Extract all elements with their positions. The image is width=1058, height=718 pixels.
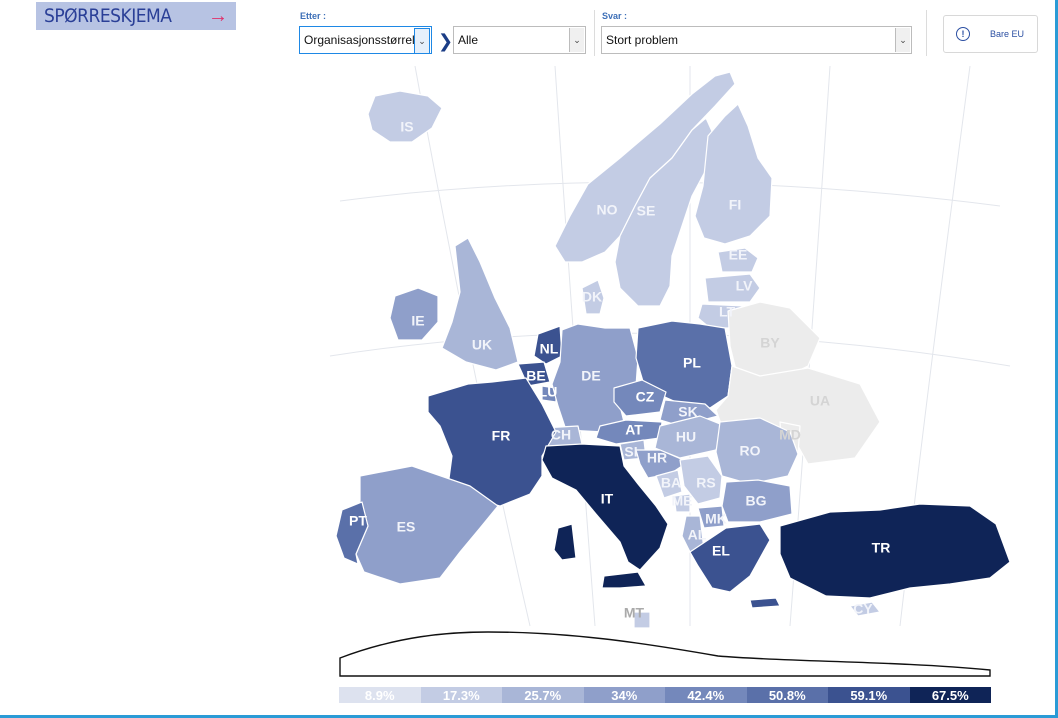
breakdown-select-value: Organisasjonsstørrelse: [304, 33, 428, 47]
country-label-ro: RO: [740, 443, 761, 459]
legend-segment: 42.4%: [665, 687, 747, 703]
legend-tick-label: 50.8%: [768, 687, 806, 703]
country-label-fr: FR: [492, 428, 511, 444]
country-label-ua: UA: [810, 393, 830, 409]
country-label-nl: NL: [540, 341, 559, 357]
country-label-si: SI: [624, 444, 637, 460]
survey-button[interactable]: SPØRRESKJEMA →: [36, 2, 236, 30]
country-label-es: ES: [397, 519, 416, 535]
country-label-lt: LT: [719, 304, 736, 320]
eu-only-label: Bare EU: [990, 29, 1025, 39]
legend-segment: 17.3%: [420, 687, 502, 703]
country-label-sk: SK: [678, 404, 697, 420]
country-label-cy: CY: [853, 601, 873, 617]
country-label-el: EL: [712, 543, 730, 559]
by-label: Etter :: [300, 11, 327, 21]
chevron-down-icon: ⌄: [895, 28, 910, 52]
legend-segment: 67.5%: [909, 687, 991, 703]
country-label-lu: LU: [539, 384, 558, 400]
filter-divider: [594, 10, 595, 56]
country-label-rs: RS: [696, 475, 715, 491]
country-label-at: AT: [625, 422, 643, 438]
country-label-no: NO: [597, 202, 618, 218]
arrow-right-icon: →: [208, 5, 228, 27]
legend-segment: 59.1%: [828, 687, 910, 703]
answer-select-value: Stort problem: [606, 33, 679, 47]
legend-tick-label: 59.1%: [850, 687, 888, 703]
country-label-be: BE: [526, 368, 545, 384]
answer-select[interactable]: Stort problem ⌄: [601, 26, 912, 54]
country-label-pl: PL: [683, 355, 701, 371]
country-label-bg: BG: [746, 493, 767, 509]
legend-tick-label: 67.5%: [931, 687, 969, 703]
legend-distribution-curve: [339, 631, 991, 677]
answer-label: Svar :: [602, 11, 628, 21]
country-label-it: IT: [601, 491, 614, 507]
country-label-by: BY: [760, 335, 780, 351]
country-label-de: DE: [581, 368, 600, 384]
country-label-ba: BA: [661, 475, 681, 491]
country-label-dk: DK: [582, 289, 602, 305]
country-label-pt: PT: [349, 513, 367, 529]
legend-segment: 25.7%: [502, 687, 584, 703]
country-tr[interactable]: [779, 503, 1011, 599]
chevron-down-icon: ⌄: [569, 28, 584, 52]
legend-tick-label: 8.9%: [364, 687, 395, 703]
filter-divider: [926, 10, 927, 56]
legend-segment: 34%: [583, 687, 665, 703]
color-scale-legend: 8.9% 17.3% 25.7% 34% 42.4% 50.8% 59.1% 67.5%: [339, 687, 991, 703]
country-label-ch: CH: [551, 427, 571, 443]
country-label-hr: HR: [647, 450, 667, 466]
country-label-uk: UK: [472, 337, 492, 353]
legend-tick-label: 25.7%: [524, 687, 562, 703]
chevron-right-icon: ❯: [438, 31, 454, 51]
subgroup-select-value: Alle: [458, 33, 479, 47]
country-it-island[interactable]: [553, 523, 577, 561]
legend-segment: 50.8%: [746, 687, 828, 703]
country-shapes: [335, 71, 1011, 629]
country-label-fi: FI: [729, 197, 741, 213]
survey-button-label: SPØRRESKJEMA: [44, 5, 172, 27]
country-label-ie: IE: [411, 313, 424, 329]
country-label-ee: EE: [729, 247, 748, 263]
country-el-island[interactable]: [749, 597, 781, 609]
country-label-se: SE: [637, 203, 656, 219]
eu-only-button[interactable]: ! Bare EU: [943, 15, 1038, 53]
country-label-is: IS: [400, 119, 413, 135]
country-label-hu: HU: [676, 429, 696, 445]
country-label-me: ME: [672, 493, 693, 509]
country-label-lv: LV: [736, 278, 754, 294]
legend-segment: 8.9%: [339, 687, 421, 703]
breakdown-select[interactable]: Organisasjonsstørrelse ⌄: [299, 26, 432, 54]
country-label-tr: TR: [872, 540, 891, 556]
legend-tick-label: 34%: [611, 687, 638, 703]
europe-choropleth-map: IS NO SE FI EE LVLT DK IE UK NL BELU DE PL BY UA MD CZ SK…: [329, 66, 1011, 629]
chevron-down-icon: ⌄: [414, 28, 430, 54]
legend-tick-label: 42.4%: [687, 687, 725, 703]
info-icon: !: [956, 27, 970, 41]
country-label-al: AL: [688, 527, 707, 543]
country-label-md: MD: [779, 427, 801, 443]
legend-tick-label: 17.3%: [442, 687, 480, 703]
country-label-mk: MK: [705, 511, 727, 527]
country-label-mt: MT: [624, 605, 645, 621]
country-label-cz: CZ: [636, 389, 655, 405]
subgroup-select[interactable]: Alle ⌄: [453, 26, 586, 54]
country-it-island[interactable]: [601, 571, 647, 589]
